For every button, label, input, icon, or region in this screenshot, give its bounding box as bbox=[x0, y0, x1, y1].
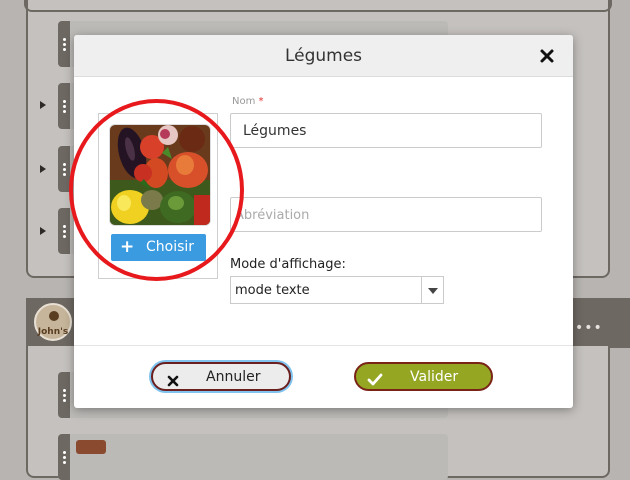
logo-text: John's bbox=[37, 327, 69, 337]
cancel-button[interactable]: Annuler bbox=[151, 362, 291, 391]
required-marker: * bbox=[258, 96, 264, 107]
plus-icon: + bbox=[120, 237, 135, 257]
row-thumbnail bbox=[76, 440, 106, 454]
name-label-text: Nom bbox=[232, 96, 256, 107]
dialog-header: Légumes bbox=[74, 35, 573, 77]
choose-image-label: Choisir bbox=[146, 239, 195, 255]
drag-handle-icon[interactable] bbox=[58, 146, 70, 192]
drag-handle-icon[interactable] bbox=[58, 21, 70, 67]
drag-handle-icon[interactable] bbox=[58, 83, 70, 129]
expand-arrow-icon[interactable] bbox=[40, 227, 46, 235]
choose-image-button[interactable]: + Choisir bbox=[111, 234, 206, 261]
drag-handle-icon[interactable] bbox=[58, 372, 70, 418]
display-mode-label: Mode d'affichage: bbox=[230, 257, 346, 272]
cancel-label: Annuler bbox=[206, 369, 261, 385]
name-input[interactable]: Légumes bbox=[230, 113, 542, 148]
validate-button[interactable]: Valider bbox=[354, 362, 493, 391]
image-picker: + Choisir bbox=[98, 113, 218, 279]
display-mode-value: mode texte bbox=[235, 283, 310, 298]
logo-emblem-icon bbox=[49, 311, 59, 321]
chevron-down-icon bbox=[428, 288, 438, 294]
close-icon bbox=[167, 372, 179, 391]
expand-arrow-icon[interactable] bbox=[40, 165, 46, 173]
vegetables-image bbox=[109, 124, 211, 226]
name-input-value: Légumes bbox=[243, 123, 307, 139]
display-mode-select[interactable]: mode texte bbox=[230, 276, 444, 304]
validate-label: Valider bbox=[410, 369, 459, 385]
drag-handle-icon[interactable] bbox=[58, 434, 70, 480]
johns-logo: John's bbox=[34, 303, 72, 341]
background-panel-right-top bbox=[24, 0, 612, 12]
drag-handle-icon[interactable] bbox=[58, 208, 70, 254]
select-divider bbox=[421, 277, 422, 303]
edit-category-dialog: Légumes + Choisir Nom * Légumes Abréviat… bbox=[74, 35, 573, 408]
abbreviation-placeholder: Abréviation bbox=[235, 208, 310, 223]
check-icon bbox=[367, 371, 383, 390]
dialog-title: Légumes bbox=[284, 46, 363, 66]
footer-divider bbox=[74, 345, 573, 346]
expand-arrow-icon[interactable] bbox=[40, 101, 46, 109]
close-icon[interactable] bbox=[539, 48, 555, 64]
name-field-label: Nom * bbox=[232, 96, 264, 107]
abbreviation-input[interactable]: Abréviation bbox=[230, 197, 542, 232]
background-row bbox=[58, 434, 448, 480]
more-options-icon[interactable]: ••• bbox=[575, 320, 603, 336]
